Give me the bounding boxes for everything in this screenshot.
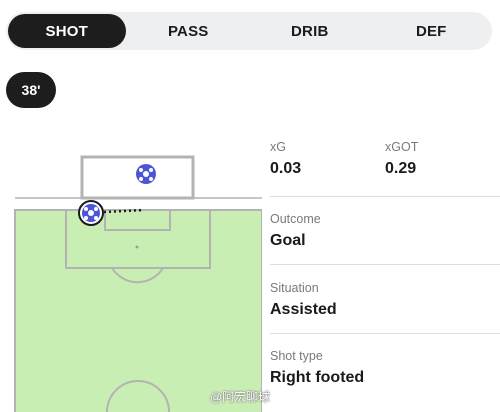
situation-label: Situation: [270, 281, 319, 295]
goal-placement-ball-icon: [136, 164, 156, 184]
watermark: @阿宏聊球: [210, 390, 271, 404]
xgot-value: 0.29: [385, 160, 417, 177]
tab-pass[interactable]: PASS: [130, 14, 248, 48]
shot-type-tabbar: SHOT PASS DRIB DEF: [6, 12, 492, 50]
xg-value: 0.03: [270, 160, 302, 177]
tab-drib[interactable]: DRIB: [251, 14, 369, 48]
divider: [270, 264, 500, 265]
divider: [270, 333, 500, 334]
tab-shot[interactable]: SHOT: [8, 14, 126, 48]
shot-origin-ball-icon: [78, 200, 104, 226]
divider: [270, 196, 500, 197]
tab-def[interactable]: DEF: [373, 14, 491, 48]
xgot-label: xGOT: [385, 140, 419, 154]
xg-label: xG: [270, 140, 286, 154]
minute-badge: 38': [6, 72, 56, 108]
shot-map-pitch: [14, 155, 262, 412]
outcome-label: Outcome: [270, 212, 321, 226]
shot-type-value: Right footed: [270, 369, 365, 386]
situation-value: Assisted: [270, 301, 337, 318]
penalty-spot: [135, 245, 139, 249]
shot-stats-panel: xG 0.03 xGOT 0.29 Outcome Goal Situation…: [270, 140, 500, 386]
outcome-value: Goal: [270, 232, 306, 249]
shot-type-label: Shot type: [270, 349, 323, 363]
